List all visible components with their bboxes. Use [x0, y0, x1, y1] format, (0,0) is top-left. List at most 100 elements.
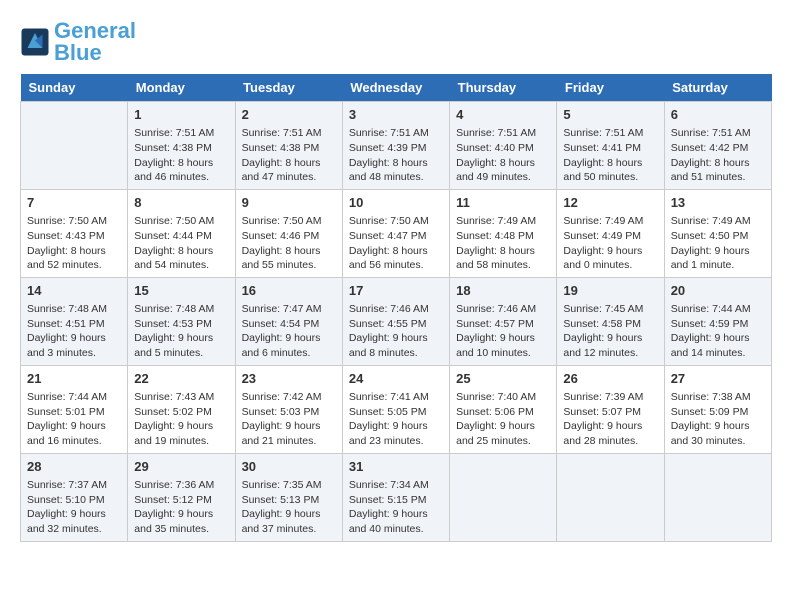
day-info: Sunrise: 7:51 AMSunset: 4:41 PMDaylight:… [563, 126, 657, 185]
calendar-cell: 28Sunrise: 7:37 AMSunset: 5:10 PMDayligh… [21, 453, 128, 541]
calendar-cell: 12 Sunrise: 7:49 AMSunset: 4:49 PMDayligh… [557, 189, 664, 277]
weekday-header-wednesday: Wednesday [342, 74, 449, 102]
day-number: 13 [671, 194, 765, 212]
calendar-cell: 17 Sunrise: 7:46 AMSunset: 4:55 PMDayligh… [342, 277, 449, 365]
day-info: Sunrise: 7:38 AMSunset: 5:09 PMDaylight:… [671, 390, 765, 449]
day-number: 5 [563, 106, 657, 124]
day-number: 23 [242, 370, 336, 388]
calendar-cell: 9 Sunrise: 7:50 AMSunset: 4:46 PMDaylight… [235, 189, 342, 277]
calendar-cell: 22 Sunrise: 7:43 AMSunset: 5:02 PMDayligh… [128, 365, 235, 453]
day-info: Sunrise: 7:46 AMSunset: 4:55 PMDaylight:… [349, 302, 443, 361]
day-info: Sunrise: 7:45 AMSunset: 4:58 PMDaylight:… [563, 302, 657, 361]
day-info: Sunrise: 7:50 AMSunset: 4:47 PMDaylight:… [349, 214, 443, 273]
day-info: Sunrise: 7:51 AMSunset: 4:38 PMDaylight:… [242, 126, 336, 185]
day-info: Sunrise: 7:44 AMSunset: 5:01 PMDaylight:… [27, 390, 121, 449]
day-number: 24 [349, 370, 443, 388]
day-number: 4 [456, 106, 550, 124]
calendar-cell: 8Sunrise: 7:50 AMSunset: 4:44 PMDaylight… [128, 189, 235, 277]
weekday-header-row: SundayMondayTuesdayWednesdayThursdayFrid… [21, 74, 772, 102]
day-number: 10 [349, 194, 443, 212]
day-number: 26 [563, 370, 657, 388]
weekday-header-monday: Monday [128, 74, 235, 102]
day-info: Sunrise: 7:35 AMSunset: 5:13 PMDaylight:… [242, 478, 336, 537]
page-header: GeneralBlue [20, 20, 772, 64]
calendar-week-4: 21 Sunrise: 7:44 AMSunset: 5:01 PMDayligh… [21, 365, 772, 453]
weekday-header-tuesday: Tuesday [235, 74, 342, 102]
calendar-cell [450, 453, 557, 541]
calendar-cell: 27 Sunrise: 7:38 AMSunset: 5:09 PMDayligh… [664, 365, 771, 453]
day-info: Sunrise: 7:42 AMSunset: 5:03 PMDaylight:… [242, 390, 336, 449]
calendar-week-1: 1Sunrise: 7:51 AMSunset: 4:38 PMDaylight… [21, 102, 772, 190]
day-number: 27 [671, 370, 765, 388]
calendar-cell: 15 Sunrise: 7:48 AMSunset: 4:53 PMDayligh… [128, 277, 235, 365]
day-info: Sunrise: 7:51 AMSunset: 4:40 PMDaylight:… [456, 126, 550, 185]
day-info: Sunrise: 7:47 AMSunset: 4:54 PMDaylight:… [242, 302, 336, 361]
day-info: Sunrise: 7:46 AMSunset: 4:57 PMDaylight:… [456, 302, 550, 361]
day-number: 25 [456, 370, 550, 388]
day-info: Sunrise: 7:50 AMSunset: 4:46 PMDaylight:… [242, 214, 336, 273]
day-number: 21 [27, 370, 121, 388]
calendar-cell: 11 Sunrise: 7:49 AMSunset: 4:48 PMDayligh… [450, 189, 557, 277]
day-number: 9 [242, 194, 336, 212]
calendar-cell: 14Sunrise: 7:48 AMSunset: 4:51 PMDayligh… [21, 277, 128, 365]
day-info: Sunrise: 7:48 AMSunset: 4:51 PMDaylight:… [27, 302, 121, 361]
day-info: Sunrise: 7:51 AMSunset: 4:42 PMDaylight:… [671, 126, 765, 185]
day-info: Sunrise: 7:49 AMSunset: 4:49 PMDaylight:… [563, 214, 657, 273]
day-info: Sunrise: 7:48 AMSunset: 4:53 PMDaylight:… [134, 302, 228, 361]
day-info: Sunrise: 7:41 AMSunset: 5:05 PMDaylight:… [349, 390, 443, 449]
calendar-cell: 29 Sunrise: 7:36 AMSunset: 5:12 PMDayligh… [128, 453, 235, 541]
calendar-cell: 31Sunrise: 7:34 AMSunset: 5:15 PMDayligh… [342, 453, 449, 541]
calendar-cell: 26 Sunrise: 7:39 AMSunset: 5:07 PMDayligh… [557, 365, 664, 453]
day-info: Sunrise: 7:43 AMSunset: 5:02 PMDaylight:… [134, 390, 228, 449]
calendar-cell: 5 Sunrise: 7:51 AMSunset: 4:41 PMDaylight… [557, 102, 664, 190]
calendar-cell: 16 Sunrise: 7:47 AMSunset: 4:54 PMDayligh… [235, 277, 342, 365]
day-number: 11 [456, 194, 550, 212]
day-number: 22 [134, 370, 228, 388]
calendar-table: SundayMondayTuesdayWednesdayThursdayFrid… [20, 74, 772, 542]
calendar-cell [21, 102, 128, 190]
day-number: 15 [134, 282, 228, 300]
calendar-week-5: 28Sunrise: 7:37 AMSunset: 5:10 PMDayligh… [21, 453, 772, 541]
day-number: 29 [134, 458, 228, 476]
calendar-cell: 21 Sunrise: 7:44 AMSunset: 5:01 PMDayligh… [21, 365, 128, 453]
day-info: Sunrise: 7:37 AMSunset: 5:10 PMDaylight:… [27, 478, 121, 537]
day-number: 16 [242, 282, 336, 300]
calendar-cell: 6 Sunrise: 7:51 AMSunset: 4:42 PMDaylight… [664, 102, 771, 190]
day-number: 18 [456, 282, 550, 300]
calendar-cell: 13 Sunrise: 7:49 AMSunset: 4:50 PMDayligh… [664, 189, 771, 277]
calendar-cell: 10 Sunrise: 7:50 AMSunset: 4:47 PMDayligh… [342, 189, 449, 277]
calendar-cell: 3 Sunrise: 7:51 AMSunset: 4:39 PMDaylight… [342, 102, 449, 190]
calendar-cell: 30 Sunrise: 7:35 AMSunset: 5:13 PMDayligh… [235, 453, 342, 541]
calendar-cell: 1Sunrise: 7:51 AMSunset: 4:38 PMDaylight… [128, 102, 235, 190]
weekday-header-saturday: Saturday [664, 74, 771, 102]
logo: GeneralBlue [20, 20, 136, 64]
day-info: Sunrise: 7:50 AMSunset: 4:44 PMDaylight:… [134, 214, 228, 273]
day-info: Sunrise: 7:49 AMSunset: 4:48 PMDaylight:… [456, 214, 550, 273]
calendar-cell: 23 Sunrise: 7:42 AMSunset: 5:03 PMDayligh… [235, 365, 342, 453]
day-info: Sunrise: 7:49 AMSunset: 4:50 PMDaylight:… [671, 214, 765, 273]
day-info: Sunrise: 7:39 AMSunset: 5:07 PMDaylight:… [563, 390, 657, 449]
day-info: Sunrise: 7:40 AMSunset: 5:06 PMDaylight:… [456, 390, 550, 449]
calendar-cell: 4 Sunrise: 7:51 AMSunset: 4:40 PMDaylight… [450, 102, 557, 190]
day-number: 30 [242, 458, 336, 476]
weekday-header-friday: Friday [557, 74, 664, 102]
day-number: 3 [349, 106, 443, 124]
calendar-cell: 25 Sunrise: 7:40 AMSunset: 5:06 PMDayligh… [450, 365, 557, 453]
day-number: 7 [27, 194, 121, 212]
day-info: Sunrise: 7:36 AMSunset: 5:12 PMDaylight:… [134, 478, 228, 537]
day-number: 6 [671, 106, 765, 124]
calendar-week-3: 14Sunrise: 7:48 AMSunset: 4:51 PMDayligh… [21, 277, 772, 365]
day-number: 12 [563, 194, 657, 212]
calendar-cell: 18 Sunrise: 7:46 AMSunset: 4:57 PMDayligh… [450, 277, 557, 365]
calendar-cell [557, 453, 664, 541]
calendar-cell: 2Sunrise: 7:51 AMSunset: 4:38 PMDaylight… [235, 102, 342, 190]
day-number: 19 [563, 282, 657, 300]
calendar-week-2: 7 Sunrise: 7:50 AMSunset: 4:43 PMDaylight… [21, 189, 772, 277]
calendar-cell: 19 Sunrise: 7:45 AMSunset: 4:58 PMDayligh… [557, 277, 664, 365]
day-info: Sunrise: 7:44 AMSunset: 4:59 PMDaylight:… [671, 302, 765, 361]
calendar-cell [664, 453, 771, 541]
day-info: Sunrise: 7:51 AMSunset: 4:39 PMDaylight:… [349, 126, 443, 185]
day-info: Sunrise: 7:50 AMSunset: 4:43 PMDaylight:… [27, 214, 121, 273]
day-number: 17 [349, 282, 443, 300]
calendar-body: 1Sunrise: 7:51 AMSunset: 4:38 PMDaylight… [21, 102, 772, 542]
